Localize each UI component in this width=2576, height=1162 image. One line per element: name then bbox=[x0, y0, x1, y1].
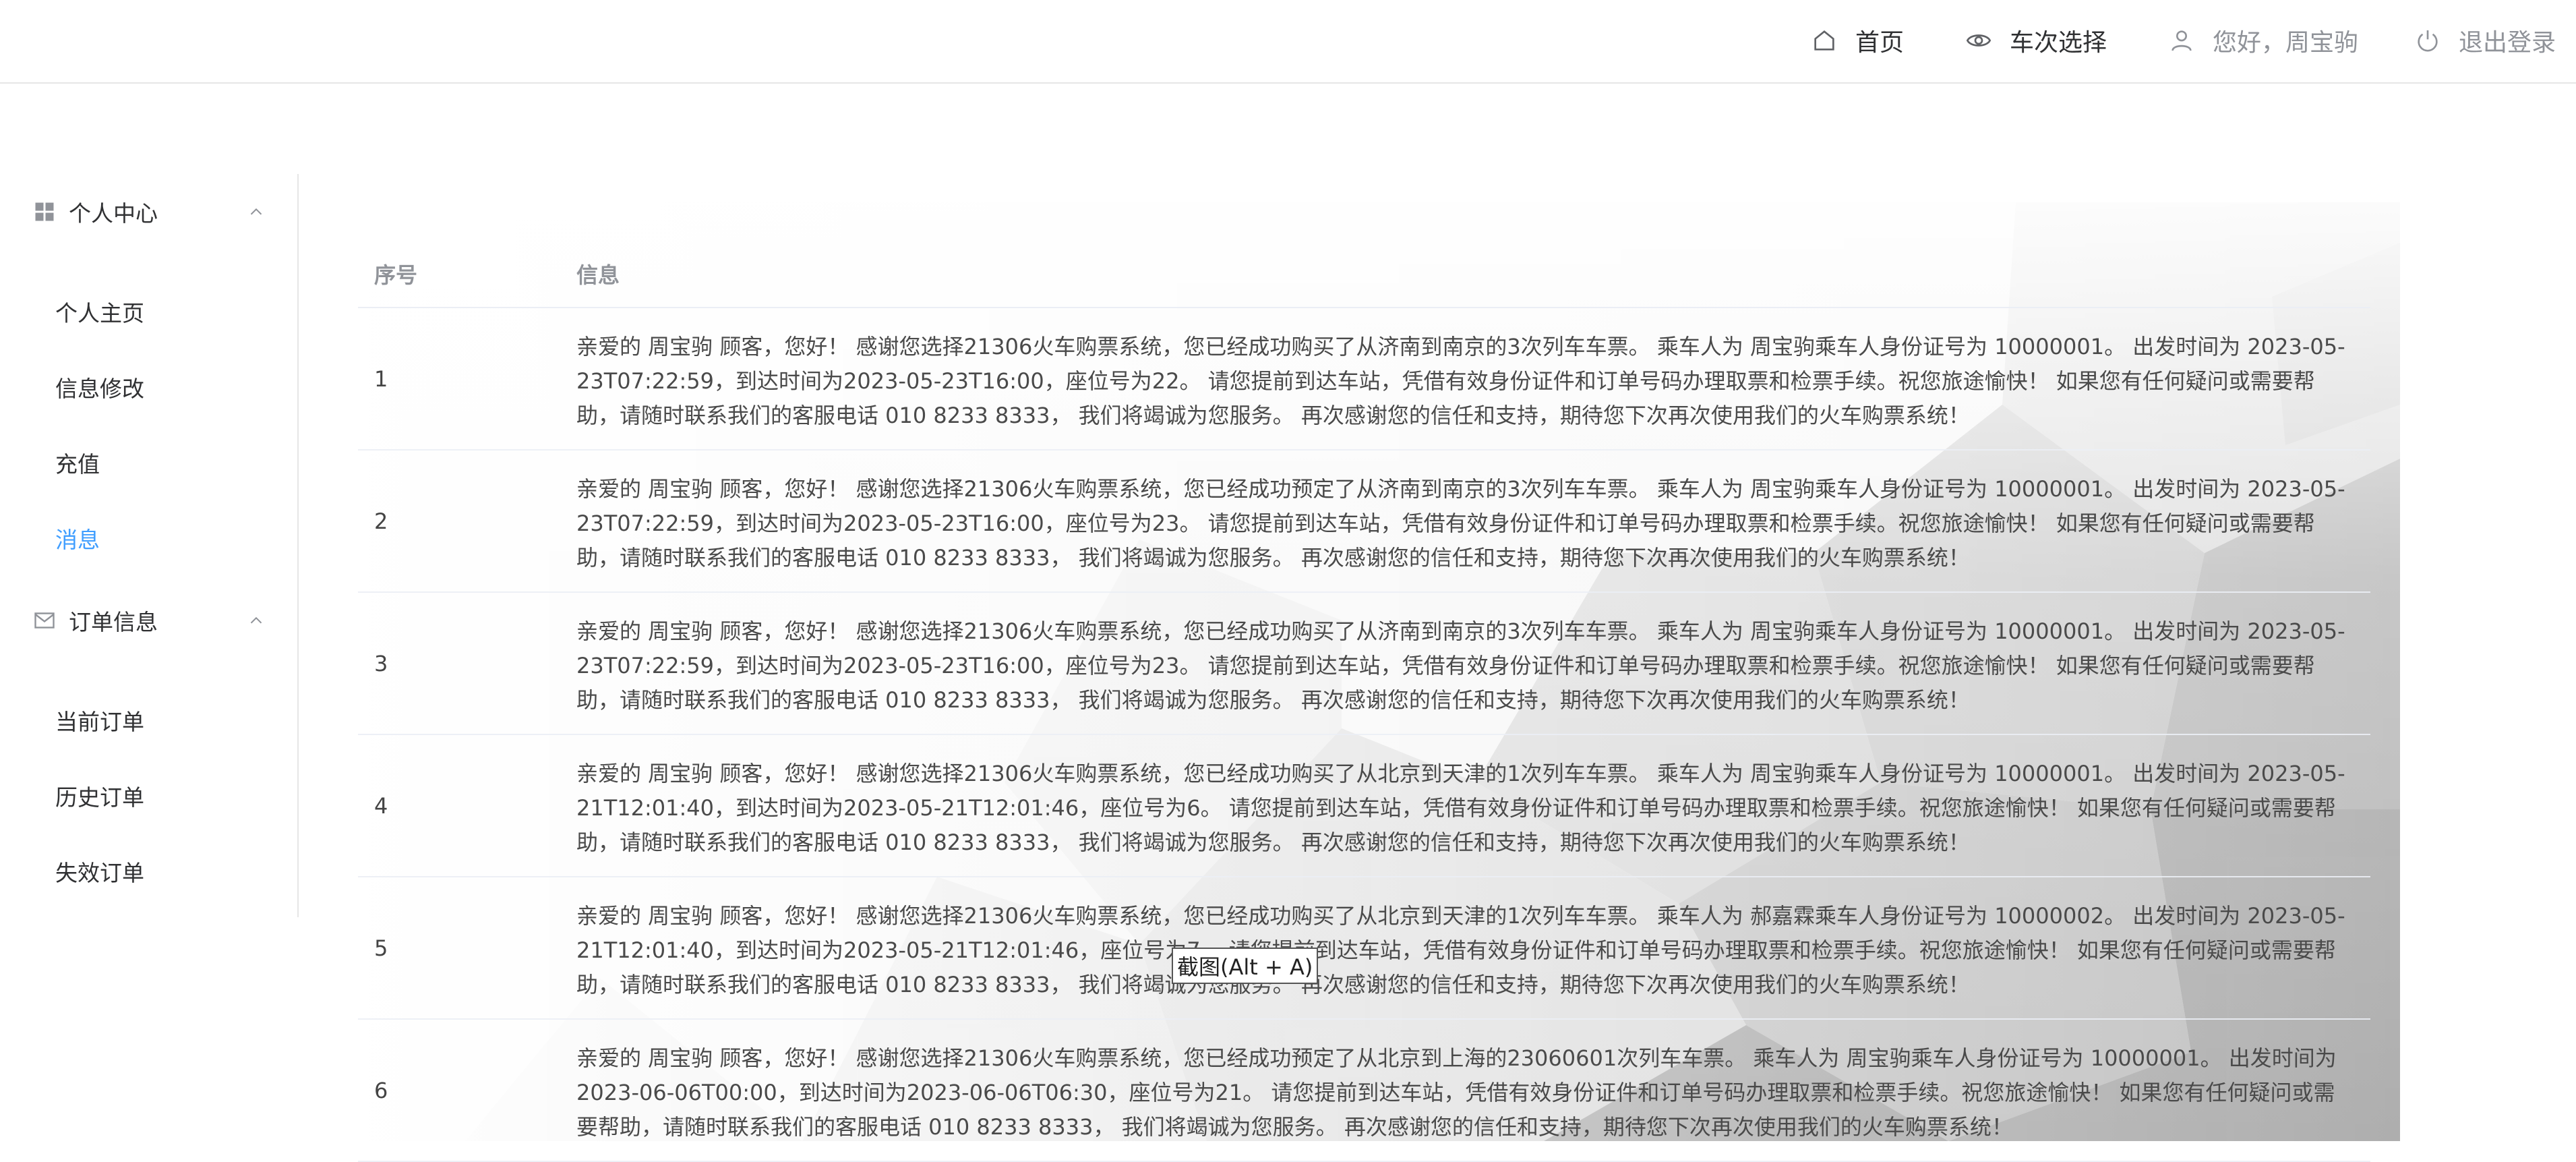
chevron-up-icon bbox=[250, 208, 262, 215]
row-index: 4 bbox=[374, 792, 388, 819]
nav-train-select[interactable]: 车次选择 bbox=[1965, 0, 2107, 81]
sidebar-item-label: 信息修改 bbox=[55, 376, 144, 402]
row-message: 亲爱的 周宝驹 顾客，您好！ 感谢您选择21306火车购票系统，您已经成功购买了… bbox=[576, 334, 2345, 428]
sidebar-item-label: 当前订单 bbox=[55, 709, 144, 735]
sidebar-item-label: 失效订单 bbox=[55, 860, 144, 886]
row-index: 3 bbox=[374, 650, 388, 676]
row-index: 1 bbox=[374, 366, 388, 392]
nav-home-label: 首页 bbox=[1855, 29, 1905, 57]
nav-train-select-label: 车次选择 bbox=[2010, 29, 2107, 57]
sidebar-item-label: 消息 bbox=[55, 527, 100, 553]
row-index: 5 bbox=[374, 935, 388, 961]
submenu-order-info-label: 订单信息 bbox=[69, 609, 158, 635]
sidebar-menu: 个人中心 个人主页 信息修改 充值 消息 订单信息 当前订单 历史订单 失效订单 bbox=[0, 174, 299, 917]
table-row: 1 亲爱的 周宝驹 顾客，您好！ 感谢您选择21306火车购票系统，您已经成功购… bbox=[358, 308, 2370, 451]
user-icon bbox=[2171, 30, 2192, 51]
grid-icon bbox=[35, 202, 54, 221]
chevron-up-icon bbox=[250, 616, 262, 624]
table-row: 3 亲爱的 周宝驹 顾客，您好！ 感谢您选择21306火车购票系统，您已经成功购… bbox=[358, 593, 2370, 735]
row-message: 亲爱的 周宝驹 顾客，您好！ 感谢您选择21306火车购票系统，您已经成功预定了… bbox=[576, 1045, 2337, 1140]
row-index: 6 bbox=[374, 1077, 388, 1103]
table-row: 5 亲爱的 周宝驹 顾客，您好！ 感谢您选择21306火车购票系统，您已经成功购… bbox=[358, 877, 2370, 1020]
column-header-message: 信息 bbox=[576, 262, 620, 288]
row-message: 亲爱的 周宝驹 顾客，您好！ 感谢您选择21306火车购票系统，您已经成功预定了… bbox=[576, 476, 2345, 571]
table-header: 序号 信息 bbox=[358, 238, 2370, 308]
message-table: 序号 信息 1 亲爱的 周宝驹 顾客，您好！ 感谢您选择21306火车购票系统，… bbox=[358, 238, 2370, 1162]
table-row: 4 亲爱的 周宝驹 顾客，您好！ 感谢您选择21306火车购票系统，您已经成功购… bbox=[358, 735, 2370, 877]
submenu-order-info[interactable]: 订单信息 bbox=[0, 583, 297, 658]
sidebar-item-edit-info[interactable]: 信息修改 bbox=[0, 349, 297, 425]
row-message: 亲爱的 周宝驹 顾客，您好！ 感谢您选择21306火车购票系统，您已经成功购买了… bbox=[576, 618, 2345, 713]
sidebar-item-history-orders[interactable]: 历史订单 bbox=[0, 758, 297, 834]
table-row: 6 亲爱的 周宝驹 顾客，您好！ 感谢您选择21306火车购票系统，您已经成功预… bbox=[358, 1020, 2370, 1162]
sidebar-item-messages[interactable]: 消息 bbox=[0, 500, 297, 576]
submenu-personal-center[interactable]: 个人中心 bbox=[0, 174, 297, 250]
row-index: 2 bbox=[374, 508, 388, 534]
nav-home[interactable]: 首页 bbox=[1811, 0, 1904, 81]
row-message: 亲爱的 周宝驹 顾客，您好！ 感谢您选择21306火车购票系统，您已经成功购买了… bbox=[576, 761, 2345, 855]
mail-icon bbox=[34, 612, 55, 629]
submenu-personal-center-label: 个人中心 bbox=[69, 200, 158, 227]
eye-icon bbox=[1966, 34, 1991, 47]
nav-logout-label: 退出登录 bbox=[2459, 29, 2556, 57]
table-row: 2 亲爱的 周宝驹 顾客，您好！ 感谢您选择21306火车购票系统，您已经成功预… bbox=[358, 451, 2370, 593]
top-navbar: 首页 车次选择 您好，周宝驹 退出登录 bbox=[0, 0, 2576, 84]
sidebar-item-label: 充值 bbox=[55, 451, 100, 477]
sidebar-item-expired-orders[interactable]: 失效订单 bbox=[0, 834, 297, 909]
column-header-index: 序号 bbox=[374, 262, 418, 288]
sidebar-item-label: 历史订单 bbox=[55, 784, 144, 811]
nav-logout[interactable]: 退出登录 bbox=[2414, 0, 2556, 81]
nav-user-greeting-label: 您好，周宝驹 bbox=[2213, 29, 2359, 57]
row-message: 亲爱的 周宝驹 顾客，您好！ 感谢您选择21306火车购票系统，您已经成功购买了… bbox=[576, 903, 2345, 997]
home-icon bbox=[1814, 30, 1834, 51]
sidebar-item-profile[interactable]: 个人主页 bbox=[0, 274, 297, 349]
sidebar-item-current-orders[interactable]: 当前订单 bbox=[0, 682, 297, 758]
screenshot-tooltip: 截图(Alt + A) bbox=[1172, 948, 1319, 984]
power-icon bbox=[2418, 30, 2438, 52]
nav-user-greeting[interactable]: 您好，周宝驹 bbox=[2168, 0, 2358, 81]
sidebar-item-recharge[interactable]: 充值 bbox=[0, 425, 297, 500]
sidebar-item-label: 个人主页 bbox=[55, 300, 144, 326]
